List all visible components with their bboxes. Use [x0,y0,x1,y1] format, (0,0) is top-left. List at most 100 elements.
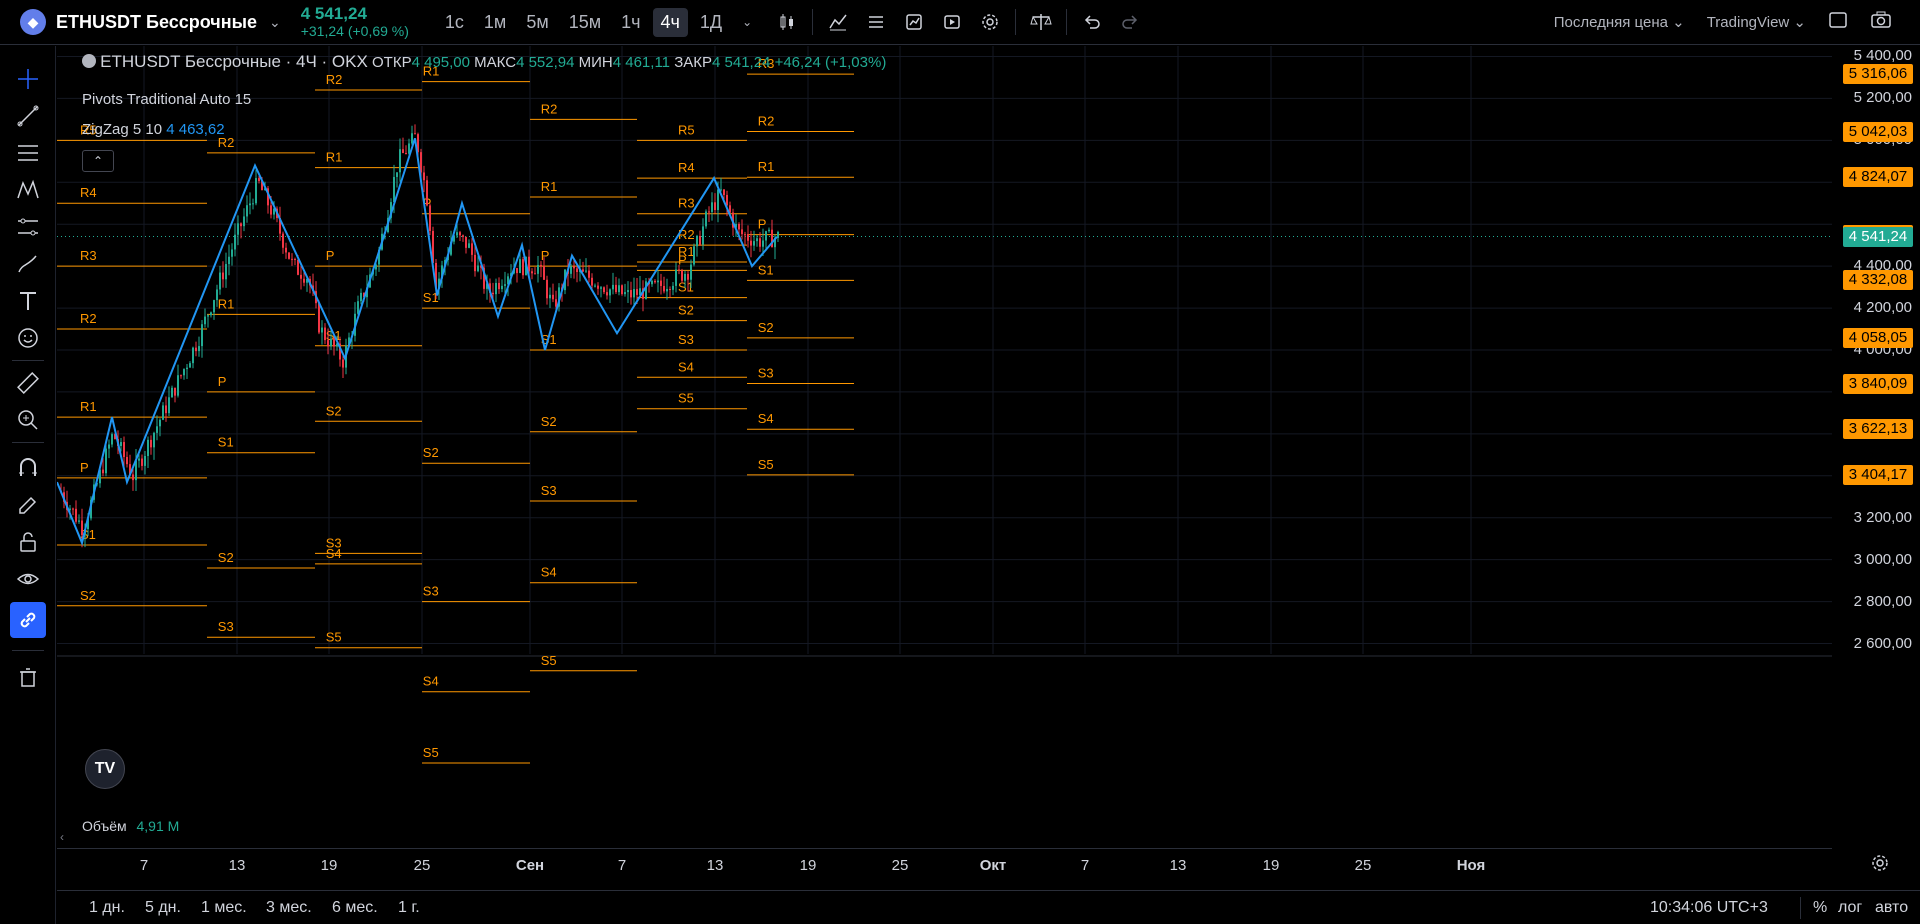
fullscreen-icon[interactable] [1828,11,1848,33]
range-1d[interactable]: 1 дн. [89,899,125,917]
trend-line-icon[interactable] [14,102,42,130]
templates-icon[interactable] [863,9,889,35]
tf-1s[interactable]: 1с [437,8,472,37]
clock[interactable]: 10:34:06 UTC+3 [1650,899,1768,917]
time-axis-label: 13 [228,857,246,874]
candle-body [216,289,218,301]
tf-1d[interactable]: 1Д [692,8,730,37]
candle-body [399,149,401,173]
pattern-icon[interactable] [14,176,42,204]
candle-body [159,419,161,427]
ruler-icon[interactable] [14,369,42,397]
candle-body [171,387,173,398]
pivot-label: S3 [541,483,557,498]
pivot-label: S3 [218,619,234,634]
candle-body [534,273,536,275]
pivot-label: R3 [80,248,97,263]
top-toolbar: ◆ ETHUSDT Бессрочные ⌄ 4 541,24 +31,24 (… [0,0,1920,45]
price-chart[interactable]: R5 R4 R3 R2 R1 P S1 S2 R2 R1 P S1 S2 S3 R2 R1 P S1 S2 S3 S4 S… [57,46,1832,802]
time-axis-label: 7 [617,857,627,874]
tf-4h[interactable]: 4ч [652,7,688,37]
candle-body [186,367,188,370]
candle-body [282,233,284,248]
pivot-label: S2 [541,414,557,429]
zoom-in-icon[interactable] [14,406,42,434]
emoji-icon[interactable] [14,324,42,352]
chevron-down-icon[interactable]: ⌄ [269,14,281,31]
header-price: 4 541,24 +31,24 (+0,69 %) [301,4,409,39]
prediction-icon[interactable] [14,213,42,241]
divider [812,9,814,35]
candles-icon[interactable] [774,9,800,35]
fib-retracement-icon[interactable] [14,139,42,167]
settings-gear-icon[interactable] [977,9,1003,35]
range-6m[interactable]: 6 мес. [332,899,378,917]
pivot-label: P [218,374,227,389]
chart-pane[interactable]: R5 R4 R3 R2 R1 P S1 S2 R2 R1 P S1 S2 S3 R2 R1 P S1 S2 S3 S4 S… [57,46,1832,802]
lock-icon[interactable] [14,528,42,556]
price-axis-tag: 5 042,03 [1843,121,1913,142]
undo-icon[interactable] [1079,9,1105,35]
trash-icon[interactable] [14,663,42,691]
tf-1h[interactable]: 1ч [613,8,648,37]
price-type-dropdown[interactable]: Последняя цена ⌄ [1554,13,1685,31]
price-type-label: Последняя цена [1553,14,1668,31]
legend-close: 4 541,24 [712,54,771,71]
pivot-label: S1 [678,280,694,295]
legend-title[interactable]: ETHUSDT Бессрочные · 4Ч · OKX [100,52,368,71]
symbol-name[interactable]: ETHUSDT Бессрочные [56,12,257,33]
tradingview-logo-icon[interactable]: TV [85,749,125,789]
indicator-pivots-legend[interactable]: Pivots Traditional Auto 15 [82,91,251,108]
candle-body [144,456,146,466]
tf-15m[interactable]: 15м [561,8,609,37]
candle-body [492,292,494,295]
tf-5m[interactable]: 5м [518,8,556,37]
pencil-lock-icon[interactable] [14,491,42,519]
candle-body [108,444,110,449]
range-3m[interactable]: 3 мес. [266,899,312,917]
redo-icon[interactable] [1117,9,1143,35]
candle-body [120,442,122,447]
divider [12,442,44,443]
alert-icon[interactable] [901,9,927,35]
pivot-label: R2 [326,72,343,87]
crosshair-icon[interactable] [14,65,42,93]
auto-toggle[interactable]: авто [1875,899,1908,917]
indicator-zigzag-legend[interactable]: ZigZag 5 10 4 463,62 [82,121,225,138]
eye-icon[interactable] [14,565,42,593]
tf-1m[interactable]: 1м [476,8,514,37]
range-1y[interactable]: 1 г. [398,899,420,917]
link-icon[interactable] [10,602,46,638]
candle-body [711,202,713,212]
candle-body [177,375,179,396]
magnet-icon[interactable] [14,454,42,482]
brush-icon[interactable] [14,250,42,278]
datafeed-dropdown[interactable]: TradingView ⌄ [1707,13,1806,31]
candle-body [621,285,623,295]
range-5d[interactable]: 5 дн. [145,899,181,917]
text-icon[interactable] [14,287,42,315]
timeframe-selector: 1с 1м 5м 15м 1ч 4ч 1Д ⌄ [437,7,760,37]
percent-toggle[interactable]: % [1813,899,1827,917]
price-axis-tag: 4 332,08 [1843,270,1913,291]
replay-icon[interactable] [939,9,965,35]
price-axis[interactable]: 5 400,005 200,005 000,004 400,004 200,00… [1832,46,1920,802]
pivot-label: R2 [678,227,695,242]
indicators-icon[interactable] [825,9,851,35]
compare-scale-icon[interactable] [1028,9,1054,35]
candle-body [147,439,149,457]
time-axis[interactable]: 7 13 19 25 Сен 7 13 19 25 Окт 7 13 19 25 Ноя [57,848,1832,878]
pivot-label: S3 [423,584,439,599]
range-1m[interactable]: 1 мес. [201,899,247,917]
candle-body [609,289,611,296]
log-toggle[interactable]: лог [1838,899,1862,917]
timeframe-dropdown-icon[interactable]: ⌄ [734,11,760,33]
datafeed-label: TradingView [1706,14,1790,31]
expand-toolbar-icon[interactable]: ‹ [60,830,64,844]
collapse-legend-button[interactable]: ⌃ [82,150,114,172]
legend-low: 4 461,11 [612,54,671,71]
axis-settings-gear-icon[interactable] [1870,853,1890,878]
price-axis-label: 5 200,00 [1853,89,1912,107]
candle-body [423,172,425,181]
camera-icon[interactable] [1870,11,1892,33]
